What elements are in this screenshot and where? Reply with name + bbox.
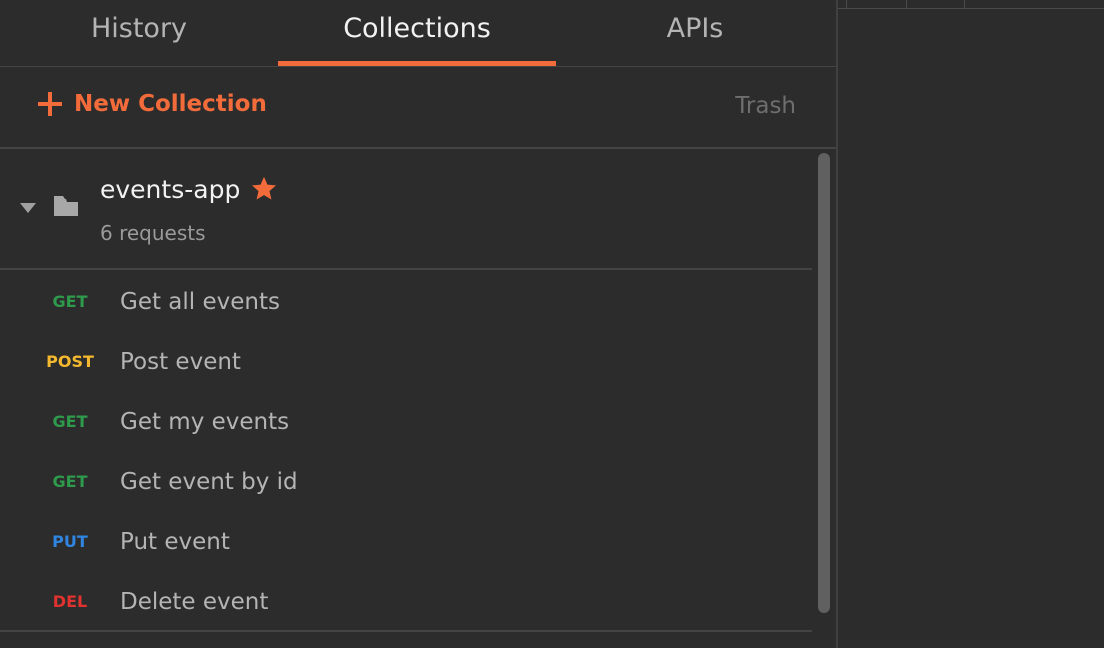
star-icon[interactable] xyxy=(250,175,278,203)
request-name: Put event xyxy=(120,529,230,555)
collections-sidebar: History Collections APIs New Collection … xyxy=(0,0,838,648)
tab-strip xyxy=(838,0,1104,9)
trash-button[interactable]: Trash xyxy=(735,93,796,119)
tab-separator xyxy=(964,0,965,8)
request-name: Delete event xyxy=(120,589,269,615)
tab-label: APIs xyxy=(666,13,724,44)
collection-actions-bar: New Collection Trash xyxy=(0,67,836,149)
new-collection-button[interactable]: New Collection xyxy=(38,91,267,117)
scrollbar-thumb[interactable] xyxy=(818,153,830,613)
method-badge: DEL xyxy=(52,592,88,611)
request-item[interactable]: DEL Delete event xyxy=(0,572,812,632)
method-badge: GET xyxy=(52,292,88,311)
folder-icon xyxy=(54,196,78,216)
request-list: GET Get all events POST Post event GET G… xyxy=(0,272,812,632)
collection-request-count: 6 requests xyxy=(100,221,206,245)
sidebar-tabs: History Collections APIs xyxy=(0,0,836,67)
request-name: Get event by id xyxy=(120,469,298,495)
tab-separator xyxy=(906,0,907,8)
request-item[interactable]: PUT Put event xyxy=(0,512,812,572)
main-content-area xyxy=(838,0,1104,648)
request-item[interactable]: GET Get all events xyxy=(0,272,812,332)
collection-header[interactable]: events-app 6 requests xyxy=(0,149,812,270)
request-item[interactable]: GET Get event by id xyxy=(0,452,812,512)
method-badge: POST xyxy=(46,352,94,371)
method-badge: PUT xyxy=(52,532,88,551)
request-name: Post event xyxy=(120,349,241,375)
tab-label: Collections xyxy=(343,13,491,44)
plus-icon xyxy=(38,92,62,116)
caret-down-icon[interactable] xyxy=(20,203,36,213)
method-badge: GET xyxy=(52,472,88,491)
scrollbar[interactable] xyxy=(814,149,834,648)
tab-separator xyxy=(846,0,847,8)
request-name: Get all events xyxy=(120,289,280,315)
method-badge: GET xyxy=(52,412,88,431)
list-divider xyxy=(0,630,812,632)
tab-apis[interactable]: APIs xyxy=(556,0,834,66)
tab-history[interactable]: History xyxy=(0,0,278,66)
request-name: Get my events xyxy=(120,409,290,435)
tab-collections[interactable]: Collections xyxy=(278,0,556,66)
request-item[interactable]: GET Get my events xyxy=(0,392,812,452)
tab-label: History xyxy=(90,13,188,44)
new-collection-label: New Collection xyxy=(74,91,267,117)
collection-name: events-app xyxy=(100,175,241,204)
request-item[interactable]: POST Post event xyxy=(0,332,812,392)
